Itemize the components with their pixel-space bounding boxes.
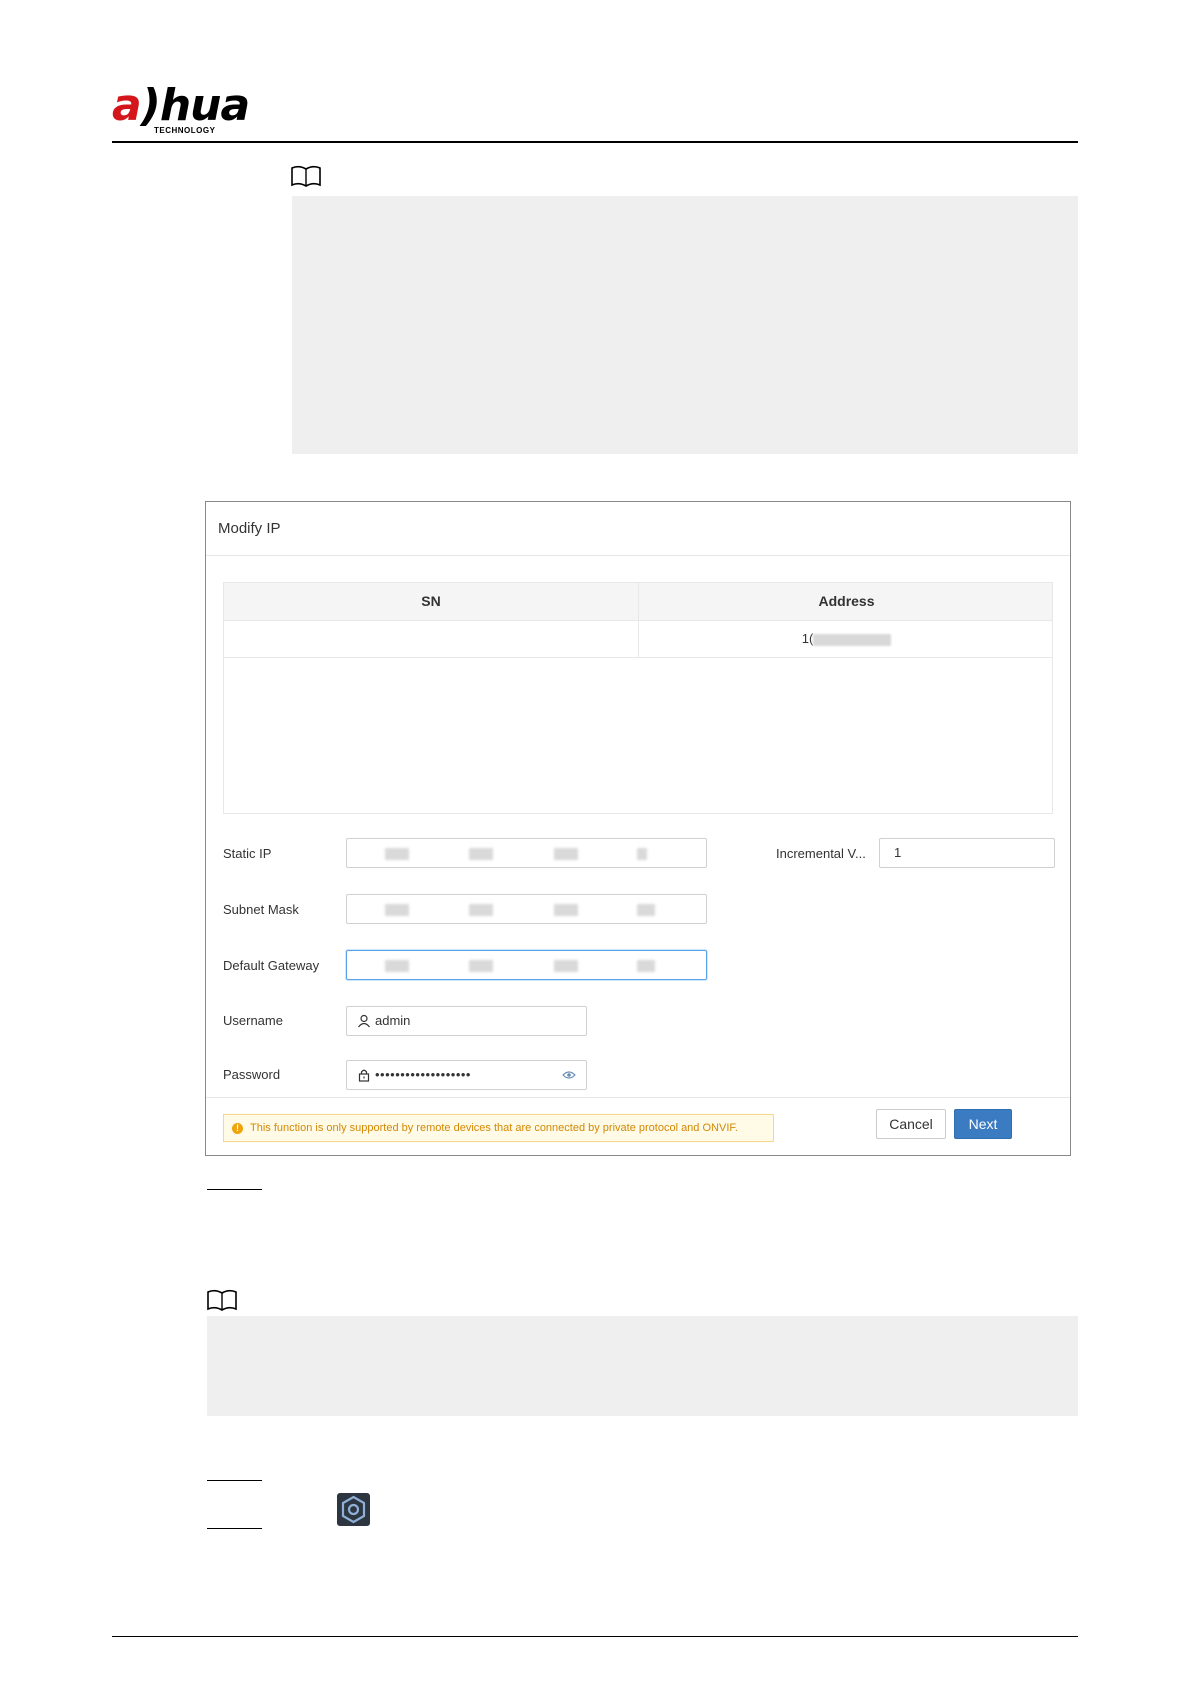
ip-segment: [385, 848, 409, 860]
ip-segment: [554, 904, 578, 916]
ip-segment: [637, 848, 647, 860]
table-row[interactable]: 1(: [224, 620, 1052, 658]
book-note-icon: [207, 1289, 237, 1311]
subnet-mask-input[interactable]: [346, 894, 707, 924]
username-value: admin: [375, 1013, 411, 1028]
ip-segment: [469, 848, 493, 860]
subnet-mask-label: Subnet Mask: [223, 902, 299, 917]
step-marker: [207, 1480, 262, 1481]
gear-icon: [341, 1495, 366, 1524]
ip-segment: [469, 904, 493, 916]
step-marker: [207, 1189, 262, 1190]
note-box: [292, 196, 1078, 454]
dialog-title: Modify IP: [218, 520, 281, 537]
eye-icon[interactable]: [562, 1069, 576, 1081]
incremental-label: Incremental V...: [776, 846, 866, 861]
column-header-address: Address: [818, 593, 875, 609]
incremental-value: 1: [894, 845, 902, 860]
column-header-sn: SN: [421, 593, 441, 609]
header-rule: [112, 141, 1078, 143]
cell-sn: [224, 620, 638, 657]
static-ip-label: Static IP: [223, 846, 272, 861]
ip-segment: [469, 960, 493, 972]
warning-icon: !: [232, 1123, 243, 1134]
password-label: Password: [223, 1067, 281, 1082]
password-value: •••••••••••••••••••: [375, 1067, 471, 1082]
ip-segment: [637, 960, 655, 972]
device-table: SN Address 1(: [223, 582, 1053, 814]
lock-icon: [358, 1069, 370, 1082]
warning-banner: ! This function is only supported by rem…: [223, 1114, 774, 1142]
cancel-button[interactable]: Cancel: [876, 1109, 946, 1139]
ip-segment: [554, 960, 578, 972]
footer-rule: [112, 1636, 1078, 1637]
incremental-value-input[interactable]: 1: [879, 838, 1055, 868]
dialog-footer-divider: [206, 1097, 1070, 1098]
note-box: [207, 1316, 1078, 1416]
address-redacted: [813, 633, 892, 646]
gear-button: [337, 1493, 370, 1526]
address-prefix: 1(: [801, 631, 814, 646]
dahua-logo: a)hua TECHNOLOGY: [112, 80, 272, 138]
username-label: Username: [223, 1013, 283, 1028]
cell-address: 1(: [639, 620, 1054, 657]
book-note-icon: [291, 165, 321, 187]
default-gateway-input[interactable]: [346, 950, 707, 980]
logo-subtitle: TECHNOLOGY: [154, 126, 216, 135]
username-input[interactable]: admin: [346, 1006, 587, 1036]
user-icon: [358, 1014, 370, 1028]
ip-segment: [554, 848, 578, 860]
ip-segment: [637, 904, 655, 916]
dialog-header-divider: [206, 555, 1070, 556]
static-ip-input[interactable]: [346, 838, 707, 868]
step-marker: [207, 1528, 262, 1529]
logo-word: a)hua: [112, 80, 250, 131]
modify-ip-dialog: Modify IP SN Address 1( Static IP Increm…: [205, 501, 1071, 1156]
ip-segment: [385, 960, 409, 972]
password-input[interactable]: •••••••••••••••••••: [346, 1060, 587, 1090]
warning-text: This function is only supported by remot…: [250, 1122, 738, 1134]
ip-segment: [385, 904, 409, 916]
next-button[interactable]: Next: [954, 1109, 1012, 1139]
default-gateway-label: Default Gateway: [223, 958, 320, 973]
